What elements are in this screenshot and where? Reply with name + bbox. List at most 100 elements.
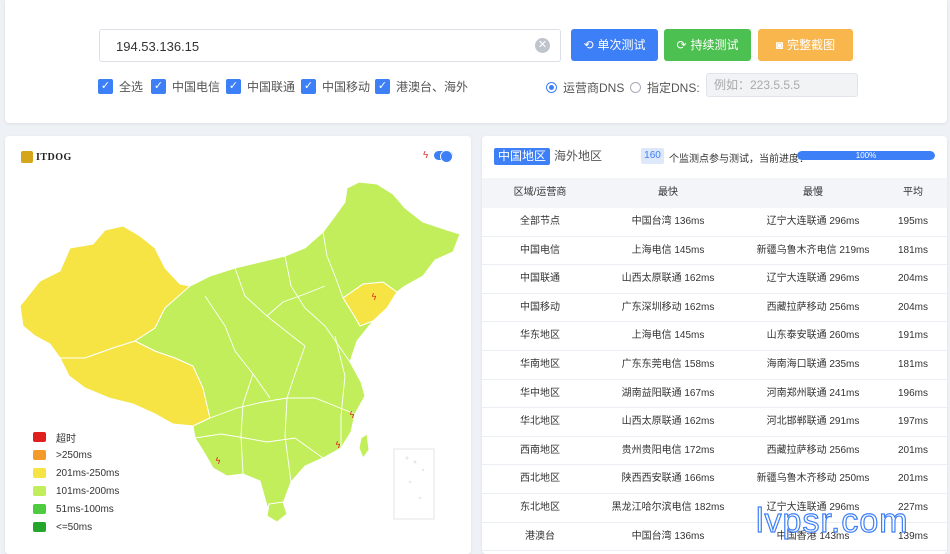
cell-region: 港澳台 — [525, 530, 555, 542]
alert-bolt-icon: ϟ — [335, 441, 341, 451]
cell-slow: 河南郑州联通 241ms — [766, 387, 860, 399]
cell-region: 西南地区 — [520, 444, 560, 456]
carrier-dns-label: 运营商DNS — [563, 81, 625, 95]
checkbox-checked-icon[interactable]: ✓ — [301, 78, 316, 94]
legend-swatch — [33, 432, 46, 442]
filter-telecom-checkbox[interactable]: ✓ 中国电信 — [151, 77, 220, 95]
region-mainland[interactable] — [133, 181, 461, 522]
legend-label: 超时 — [56, 433, 76, 445]
ip-input-value[interactable]: 194.53.136.15 — [116, 39, 199, 54]
checkbox-checked-icon[interactable]: ✓ — [375, 78, 390, 94]
cell-region: 中国电信 — [520, 244, 560, 256]
test-control-panel: 194.53.136.15 ✕ ⟲ 单次测试 ⟳ 持续测试 ◙ 完整截图 ✓ 全选 ✓ 中… — [5, 0, 947, 123]
cell-slow: 西藏拉萨移动 256ms — [766, 301, 860, 313]
region-hainan[interactable] — [266, 501, 288, 523]
table-row[interactable]: 中国移动 广东深圳移动 162ms 西藏拉萨移动 256ms 204ms — [482, 294, 947, 323]
tab-overseas[interactable]: 海外地区 — [550, 148, 606, 165]
header-average[interactable]: 平均 — [888, 178, 938, 208]
table-row[interactable]: 中国电信 上海电信 145ms 新疆乌鲁木齐电信 219ms 181ms — [482, 237, 947, 266]
filter-mobile-checkbox[interactable]: ✓ 中国移动 — [301, 77, 370, 95]
header-slowest[interactable]: 最慢 — [738, 178, 888, 208]
alert-bolt-icon: ϟ — [349, 411, 355, 421]
progress-fill: 100% — [797, 151, 935, 160]
logo-text: ITDOG — [36, 151, 72, 163]
cell-avg: 197ms — [897, 416, 928, 428]
cell-region: 全部节点 — [520, 216, 560, 227]
region-taiwan[interactable] — [358, 433, 370, 460]
legend-label: 101ms-200ms — [56, 485, 120, 497]
carrier-dns-radio[interactable]: 运营商DNS — [546, 79, 624, 96]
cell-fast: 上海电信 145ms — [631, 244, 705, 256]
cell-slow: 新疆乌鲁木齐电信 219ms — [756, 244, 870, 256]
radio-selected-icon[interactable] — [546, 82, 557, 93]
table-row[interactable]: 华北地区 山西太原联通 162ms 河北邯郸联通 291ms 197ms — [482, 408, 947, 437]
filter-all-checkbox[interactable]: ✓ 全选 — [98, 77, 143, 95]
filter-overseas-checkbox[interactable]: ✓ 港澳台、海外 — [375, 77, 468, 95]
latency-legend: 超时 >250ms 201ms-250ms 101ms-200ms 51ms-1… — [33, 428, 119, 536]
cell-fast: 山西太原联通 162ms — [621, 416, 715, 428]
cell-region: 中国移动 — [520, 301, 560, 313]
south-sea-islands — [405, 456, 425, 500]
cell-slow: 新疆乌鲁木齐移动 250ms — [756, 473, 870, 485]
header-region[interactable]: 区域/运营商 — [482, 178, 598, 208]
cell-region: 华北地区 — [520, 416, 560, 428]
cell-fast: 中国台湾 136ms — [631, 216, 705, 227]
radio-unselected-icon[interactable] — [630, 82, 641, 93]
legend-swatch — [33, 468, 46, 478]
table-row[interactable]: 华中地区 湖南益阳联通 167ms 河南郑州联通 241ms 196ms — [482, 380, 947, 409]
legend-item: 201ms-250ms — [33, 464, 119, 482]
custom-dns-input[interactable]: 例如：223.5.5.5 — [706, 73, 858, 97]
node-count-badge: 160 — [641, 148, 664, 164]
single-test-button[interactable]: ⟲ 单次测试 — [571, 29, 658, 61]
cell-fast: 中国台湾 136ms — [631, 530, 705, 542]
checkbox-checked-icon[interactable]: ✓ — [151, 78, 166, 94]
filter-label: 中国移动 — [322, 79, 371, 94]
filter-unicom-checkbox[interactable]: ✓ 中国联通 — [226, 77, 295, 95]
checkbox-checked-icon[interactable]: ✓ — [98, 78, 113, 94]
cell-slow: 西藏拉萨移动 256ms — [766, 444, 860, 456]
table-row[interactable]: 全部节点 中国台湾 136ms 辽宁大连联通 296ms 195ms — [482, 208, 947, 237]
custom-dns-label: 指定DNS: — [647, 81, 700, 95]
table-row[interactable]: 华南地区 广东东莞电信 158ms 海南海口联通 235ms 181ms — [482, 351, 947, 380]
camera-icon: ◙ — [775, 38, 784, 52]
legend-label: 51ms-100ms — [56, 503, 114, 515]
cell-fast: 黑龙江哈尔滨电信 182ms — [611, 501, 725, 513]
clear-icon[interactable]: ✕ — [535, 38, 550, 53]
cell-fast: 湖南益阳联通 167ms — [621, 387, 715, 399]
table-row[interactable]: 中国联通 山西太原联通 162ms 辽宁大连联通 296ms 204ms — [482, 265, 947, 294]
cell-avg: 204ms — [897, 301, 928, 313]
map-panel: ϟ ϟ ϟ ϟ ITDOG ϟ 超时 >250ms 201ms-250ms 10… — [5, 136, 471, 554]
cell-region: 东北地区 — [520, 501, 560, 513]
screenshot-button[interactable]: ◙ 完整截图 — [758, 29, 853, 61]
ip-input[interactable]: 194.53.136.15 ✕ — [99, 29, 561, 62]
header-fastest[interactable]: 最快 — [598, 178, 738, 208]
legend-label: 201ms-250ms — [56, 467, 120, 479]
legend-swatch — [33, 522, 46, 532]
legend-label: >250ms — [56, 449, 92, 461]
auto-refresh-toggle[interactable] — [434, 150, 453, 163]
cell-region: 华南地区 — [520, 358, 560, 370]
tab-china[interactable]: 中国地区 — [494, 148, 551, 165]
south-sea-inset — [393, 448, 435, 520]
single-test-label: 单次测试 — [597, 38, 646, 52]
legend-swatch — [33, 450, 46, 460]
checkbox-checked-icon[interactable]: ✓ — [226, 78, 241, 94]
table-row[interactable]: 华东地区 上海电信 145ms 山东泰安联通 260ms 191ms — [482, 322, 947, 351]
cell-fast: 山西太原联通 162ms — [621, 273, 715, 285]
table-header: 区域/运营商 最快 最慢 平均 — [482, 178, 947, 208]
cell-fast: 广东深圳移动 162ms — [621, 301, 715, 313]
table-row[interactable]: 西南地区 贵州贵阳电信 172ms 西藏拉萨移动 256ms 201ms — [482, 437, 947, 466]
legend-item: 101ms-200ms — [33, 482, 119, 500]
table-row[interactable]: 西北地区 陕西西安联通 166ms 新疆乌鲁木齐移动 250ms 201ms — [482, 465, 947, 494]
filter-label: 港澳台、海外 — [396, 79, 469, 94]
watermark: lvpsr.com — [755, 501, 909, 540]
legend-item: 51ms-100ms — [33, 500, 119, 518]
cell-fast: 上海电信 145ms — [631, 330, 705, 342]
filter-label: 中国电信 — [172, 79, 221, 94]
cell-avg: 195ms — [897, 216, 928, 227]
cell-avg: 181ms — [897, 244, 928, 256]
cell-region: 华中地区 — [520, 387, 560, 399]
custom-dns-radio[interactable]: 指定DNS: — [630, 79, 700, 96]
logo-icon — [21, 151, 33, 163]
continuous-test-button[interactable]: ⟳ 持续测试 — [664, 29, 751, 61]
